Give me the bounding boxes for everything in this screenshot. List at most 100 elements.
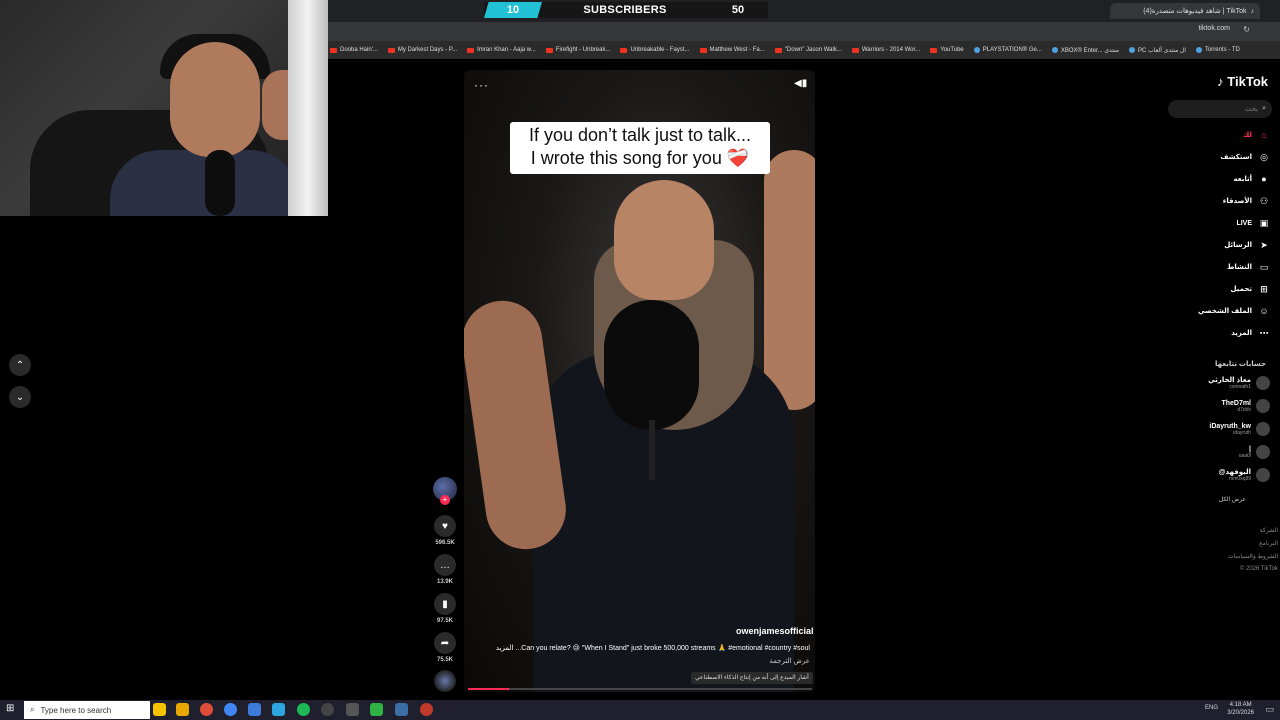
tiktok-logo[interactable]: ♪ TikTok (1217, 74, 1268, 89)
share-icon[interactable]: ➦ (434, 632, 456, 654)
account-avatar (1256, 445, 1270, 459)
next-video-button[interactable]: ⌄ (9, 386, 31, 408)
taskbar-clock[interactable]: 4:18 AM 3/20/2026 (1227, 701, 1254, 717)
sidebar-nav-label: استكشف (1220, 154, 1252, 161)
sidebar-nav-item[interactable]: ➤ الرسائل (1224, 238, 1270, 252)
bookmark-item[interactable]: PLAYSTATION® Ge... (973, 47, 1042, 53)
bookmark-label: PLAYSTATION® Ge... (982, 47, 1042, 53)
activity-icon: ▭ (1259, 262, 1269, 272)
sidebar-nav-item[interactable]: ⋯ المزيد (1231, 326, 1270, 340)
sidebar-nav-item[interactable]: ⊞ تحميل (1231, 282, 1270, 296)
compass-icon: ◎ (1260, 152, 1268, 162)
video-author[interactable]: owenjamesofficial (736, 626, 814, 636)
bookmark-label: Warriors - 2014 Wor... (861, 47, 921, 53)
bookmark-label: Matthew West - Fa... (709, 47, 765, 53)
taskbar-app-icon[interactable] (346, 703, 359, 716)
video-description: Can you relate? 😢 "When I Stand" just br… (495, 645, 810, 652)
browser-tab[interactable]: (4)شاهد فيديوهات متصدرة | TikTok ♪ (1110, 3, 1260, 19)
bookmark-label: Unbreakable - Fayst... (630, 47, 690, 53)
bookmark-icon[interactable]: ▮ (434, 593, 456, 615)
taskbar-app-icon[interactable] (420, 703, 433, 716)
language-indicator[interactable]: ENG (1205, 705, 1218, 711)
sidebar-nav-item[interactable]: ▭ النشاط (1227, 260, 1270, 274)
sidebar-nav-item[interactable]: ☺ الملف الشخصي (1198, 304, 1270, 318)
like-count: 596.5K (435, 540, 455, 546)
footer-link[interactable]: © 2026 TikTok (1240, 566, 1278, 572)
taskbar-app-icon[interactable] (370, 703, 383, 716)
followed-account[interactable]: @البوفهد mm0xq89 (1219, 468, 1270, 482)
see-translation-link[interactable]: عرض الترجمة (700, 657, 810, 665)
video-more-icon[interactable]: ··· (474, 78, 489, 92)
subscriber-goal-bar: 10 SUBSCRIBERS 50 (484, 2, 768, 18)
account-avatar (1256, 399, 1270, 413)
account-name: iDayruth_kw (1209, 422, 1251, 430)
follow-plus-icon[interactable]: + (440, 495, 450, 505)
comment-icon[interactable]: … (434, 554, 456, 576)
file-explorer-icon[interactable] (176, 703, 189, 716)
chrome-icon[interactable] (200, 703, 213, 716)
video-progress-bar[interactable] (468, 688, 812, 690)
see-all-link[interactable]: عرض الكل (1219, 496, 1246, 503)
sidebar-nav-label: LIVE (1236, 219, 1252, 227)
footer-link[interactable]: الشركة (1260, 527, 1278, 534)
heart-icon[interactable]: ♥ (434, 515, 456, 537)
sidebar-nav-item[interactable]: ▣ LIVE (1236, 216, 1270, 230)
spotify-icon[interactable] (297, 703, 310, 716)
bookmark-item[interactable]: Firefight - Unbreak... (545, 47, 610, 53)
address-text: tiktok.com (1198, 25, 1230, 32)
bookmark-item[interactable]: PC ال منتدى ألعاب (1129, 47, 1186, 54)
reload-icon[interactable]: ↻ (1243, 25, 1250, 34)
save-action[interactable]: ▮ 97.5K (432, 593, 458, 624)
music-disc-icon[interactable] (434, 670, 456, 692)
bookmark-favicon-icon (699, 47, 707, 53)
bookmark-label: My Darkest Days - P... (397, 47, 458, 53)
bookmark-item[interactable]: "Down" Jason Walk... (774, 47, 842, 53)
taskbar-search[interactable]: ⌕ Type here to search (24, 701, 150, 719)
chrome-profile-icon[interactable] (224, 703, 237, 716)
share-action[interactable]: ➦ 75.5K (432, 632, 458, 663)
sidebar-nav-item[interactable]: ● أتابعه (1234, 172, 1270, 186)
bookmark-item[interactable]: Dooba Hain'... (330, 47, 378, 53)
followed-account[interactable]: | oaa0l (1239, 445, 1270, 459)
bookmark-item[interactable]: Warriors - 2014 Wor... (851, 47, 921, 53)
bookmark-item[interactable]: Imran Khan - Aaja w... (467, 47, 536, 53)
followed-account[interactable]: معاذ الحارثي csmoath1 (1208, 376, 1270, 390)
sidebar-nav-label: أتابعه (1233, 176, 1252, 183)
sidebar-nav-item[interactable]: ⚇ الأصدقاء (1223, 194, 1270, 208)
volume-icon[interactable]: ◀▮ (794, 78, 807, 89)
bookmark-item[interactable]: Matthew West - Fa... (699, 47, 765, 53)
taskbar-app-icon[interactable] (395, 703, 408, 716)
notification-icon[interactable]: ▭ (1265, 704, 1274, 715)
like-action[interactable]: ♥ 596.5K (432, 515, 458, 546)
search-input[interactable]: بحث ⌕ (1168, 100, 1272, 118)
taskbar-app-icon[interactable] (272, 703, 285, 716)
bookmark-item[interactable]: Torrents - TD (1195, 47, 1240, 53)
bookmark-item[interactable]: My Darkest Days - P... (387, 47, 458, 53)
taskbar-app-icon[interactable] (153, 703, 166, 716)
bookmark-item[interactable]: YouTube (930, 47, 964, 53)
sidebar-nav-label: النشاط (1227, 264, 1252, 271)
search-icon[interactable]: ⌕ (1262, 105, 1266, 113)
sidebar-nav-item[interactable]: ⌂ لك (1243, 128, 1270, 142)
footer-link[interactable]: البرنامج (1259, 540, 1278, 547)
bookmark-label: XBOX® Enter... منتدى (1060, 47, 1120, 54)
sidebar-nav-item[interactable]: ◎ استكشف (1220, 150, 1270, 164)
profile-icon: ☺ (1259, 306, 1269, 316)
browser-tab-title: (4)شاهد فيديوهات متصدرة | TikTok (1143, 8, 1247, 15)
bookmark-label: PC ال منتدى ألعاب (1138, 47, 1186, 54)
followed-account[interactable]: iDayruth_kw idayruth (1209, 422, 1270, 436)
comment-action[interactable]: … 13.9K (432, 554, 458, 585)
obs-icon[interactable] (321, 703, 334, 716)
followed-account[interactable]: TheD7ml d7ddv (1221, 399, 1270, 413)
bookmark-item[interactable]: Unbreakable - Fayst... (620, 47, 690, 53)
footer-link[interactable]: الشروط والسياسات (1228, 553, 1278, 560)
bookmark-label: Dooba Hain'... (340, 47, 378, 53)
previous-video-button[interactable]: ⌃ (9, 354, 31, 376)
bookmark-label: "Down" Jason Walk... (784, 47, 842, 53)
taskbar-app-icon[interactable] (248, 703, 261, 716)
bookmark-label: Imran Khan - Aaja w... (477, 47, 536, 53)
address-bar[interactable] (328, 22, 1280, 41)
bookmark-item[interactable]: XBOX® Enter... منتدى (1051, 47, 1120, 54)
account-handle: mm0xq89 (1229, 476, 1251, 482)
windows-start-icon[interactable]: ⊞ (6, 703, 14, 714)
